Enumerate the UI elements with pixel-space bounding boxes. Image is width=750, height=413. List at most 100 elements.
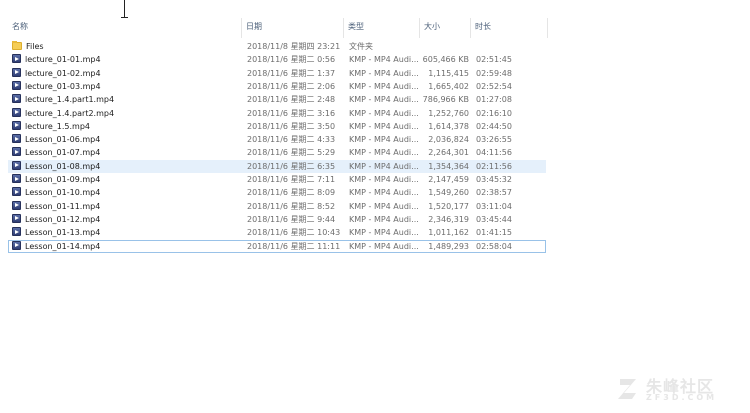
file-name-cell: Lesson_01-07.mp4 <box>12 147 244 159</box>
file-row[interactable]: Lesson_01-11.mp4 2018/11/6 星期二 8:52 KMP - … <box>8 200 546 213</box>
file-duration: 03:11:04 <box>476 201 512 211</box>
file-size <box>421 41 469 53</box>
file-size: 1,115,415 <box>428 68 469 78</box>
file-name-cell: Lesson_01-08.mp4 <box>12 160 244 173</box>
file-row[interactable]: lecture_1.4.part2.mp4 2018/11/6 星期二 3:16 K… <box>8 107 546 120</box>
file-name: Lesson_01-13.mp4 <box>25 228 101 238</box>
file-name-cell: lecture_01-03.mp4 <box>12 80 244 93</box>
file-name: Lesson_01-08.mp4 <box>25 161 101 171</box>
media-file-icon <box>12 54 21 64</box>
file-name: Lesson_01-07.mp4 <box>25 148 101 158</box>
file-duration: 01:27:08 <box>476 95 512 105</box>
file-name-cell: Lesson_01-11.mp4 <box>12 200 244 213</box>
file-type: KMP - MP4 Audi... <box>349 68 419 78</box>
file-name: Lesson_01-11.mp4 <box>25 201 101 211</box>
media-file-icon <box>12 147 21 157</box>
file-size: 1,614,378 <box>428 121 469 131</box>
file-date: 2018/11/6 星期二 3:16 <box>247 108 336 118</box>
file-date: 2018/11/6 星期二 3:50 <box>247 121 336 131</box>
file-row[interactable]: Lesson_01-07.mp4 2018/11/6 星期二 5:29 KMP - … <box>8 146 546 159</box>
file-size: 2,264,301 <box>428 148 469 158</box>
file-name: Lesson_01-10.mp4 <box>25 188 101 198</box>
file-duration: 02:11:56 <box>476 161 512 171</box>
file-date: 2018/11/6 星期二 8:09 <box>247 188 336 198</box>
file-name-cell: Files <box>12 41 244 53</box>
media-file-icon <box>12 80 21 90</box>
file-date: 2018/11/6 星期二 2:48 <box>247 95 336 105</box>
file-row[interactable]: Files 2018/11/8 星期四 23:21 文件夹 <box>8 40 546 53</box>
file-duration: 02:38:57 <box>476 188 512 198</box>
file-name: Lesson_01-06.mp4 <box>25 135 101 145</box>
file-type: KMP - MP4 Audi... <box>349 214 419 224</box>
file-type: KMP - MP4 Audi... <box>349 228 419 238</box>
file-name: lecture_1.4.part1.mp4 <box>25 95 115 105</box>
file-duration: 02:52:54 <box>476 81 512 91</box>
media-file-icon <box>12 120 21 130</box>
file-size: 2,147,459 <box>428 175 469 184</box>
file-duration: 02:51:45 <box>476 55 512 65</box>
file-row[interactable]: Lesson_01-10.mp4 2018/11/6 星期二 8:09 KMP - … <box>8 186 546 199</box>
file-row[interactable]: Lesson_01-12.mp4 2018/11/6 星期二 9:44 KMP - … <box>8 213 546 226</box>
file-type: KMP - MP4 Audi... <box>349 175 419 184</box>
column-header-duration[interactable]: 时长 <box>471 18 548 38</box>
file-type: KMP - MP4 Audi... <box>349 241 419 251</box>
file-row[interactable]: lecture_01-02.mp4 2018/11/6 星期二 1:37 KMP -… <box>8 67 546 80</box>
file-type: KMP - MP4 Audi... <box>349 135 419 145</box>
file-name-cell: lecture_1.4.part1.mp4 <box>12 94 244 106</box>
file-name: lecture_01-03.mp4 <box>25 81 101 91</box>
media-file-icon <box>12 94 21 104</box>
file-type: KMP - MP4 Audi... <box>349 188 419 198</box>
file-type: KMP - MP4 Audi... <box>349 121 419 131</box>
file-row[interactable]: lecture_1.4.part1.mp4 2018/11/6 星期二 2:48 K… <box>8 93 546 106</box>
file-type: KMP - MP4 Audi... <box>349 161 419 171</box>
file-name-cell: Lesson_01-10.mp4 <box>12 187 244 199</box>
file-date: 2018/11/6 星期二 5:29 <box>247 148 336 158</box>
folder-icon <box>12 41 22 50</box>
file-size: 1,549,260 <box>428 188 469 198</box>
file-size: 1,489,293 <box>428 241 469 251</box>
file-name: Lesson_01-09.mp4 <box>25 175 101 184</box>
column-header-date[interactable]: 日期 <box>242 18 344 38</box>
file-row[interactable]: Lesson_01-06.mp4 2018/11/6 星期二 4:33 KMP - … <box>8 133 546 146</box>
column-header-size[interactable]: 大小 <box>420 18 471 38</box>
file-type: KMP - MP4 Audi... <box>349 55 419 65</box>
file-row[interactable]: lecture_1.5.mp4 2018/11/6 星期二 3:50 KMP - M… <box>8 120 546 133</box>
file-type: KMP - MP4 Audi... <box>349 201 419 211</box>
file-date: 2018/11/6 星期二 10:43 <box>247 228 341 238</box>
watermark-logo-icon <box>618 379 636 399</box>
file-row[interactable]: Lesson_01-13.mp4 2018/11/6 星期二 10:43 KMP -… <box>8 226 546 239</box>
file-date: 2018/11/6 星期二 7:11 <box>247 175 336 184</box>
file-date: 2018/11/6 星期二 9:44 <box>247 214 336 224</box>
file-row[interactable]: Lesson_01-14.mp4 2018/11/6 星期二 11:11 KMP -… <box>8 239 546 253</box>
file-row[interactable]: lecture_01-01.mp4 2018/11/6 星期二 0:56 KMP -… <box>8 53 546 66</box>
file-name-cell: lecture_01-01.mp4 <box>12 54 244 66</box>
file-name-cell: Lesson_01-14.mp4 <box>12 240 244 253</box>
file-size: 1,011,162 <box>428 228 469 238</box>
media-file-icon <box>12 240 21 250</box>
watermark: 朱峰社区 ZF3D.COM <box>616 373 742 405</box>
file-size: 2,346,319 <box>428 214 469 224</box>
media-file-icon <box>12 200 21 210</box>
file-name-cell: Lesson_01-06.mp4 <box>12 134 244 146</box>
file-row[interactable]: Lesson_01-08.mp4 2018/11/6 星期二 6:35 KMP - … <box>8 159 546 173</box>
file-name: Lesson_01-14.mp4 <box>25 241 101 251</box>
file-name-cell: Lesson_01-09.mp4 <box>12 174 244 186</box>
file-date: 2018/11/6 星期二 1:37 <box>247 68 336 78</box>
media-file-icon <box>12 67 21 77</box>
file-size: 1,665,402 <box>428 81 469 91</box>
file-date: 2018/11/6 星期二 4:33 <box>247 135 336 145</box>
file-date: 2018/11/6 星期二 2:06 <box>247 81 336 91</box>
file-name-cell: Lesson_01-12.mp4 <box>12 213 244 226</box>
file-size: 786,966 KB <box>422 95 469 105</box>
file-duration: 01:41:15 <box>476 228 512 238</box>
file-name: Files <box>26 42 44 51</box>
column-header-type[interactable]: 类型 <box>344 18 420 38</box>
file-row[interactable]: Lesson_01-09.mp4 2018/11/6 星期二 7:11 KMP - … <box>8 173 546 186</box>
file-type: KMP - MP4 Audi... <box>349 81 419 91</box>
file-duration: 03:26:55 <box>476 135 512 145</box>
file-row[interactable]: lecture_01-03.mp4 2018/11/6 星期二 2:06 KMP -… <box>8 80 546 93</box>
file-type: 文件夹 <box>349 42 373 51</box>
column-header-name[interactable]: 名称 <box>8 18 242 38</box>
file-duration: 02:59:48 <box>476 68 512 78</box>
file-date: 2018/11/6 星期二 0:56 <box>247 55 336 65</box>
